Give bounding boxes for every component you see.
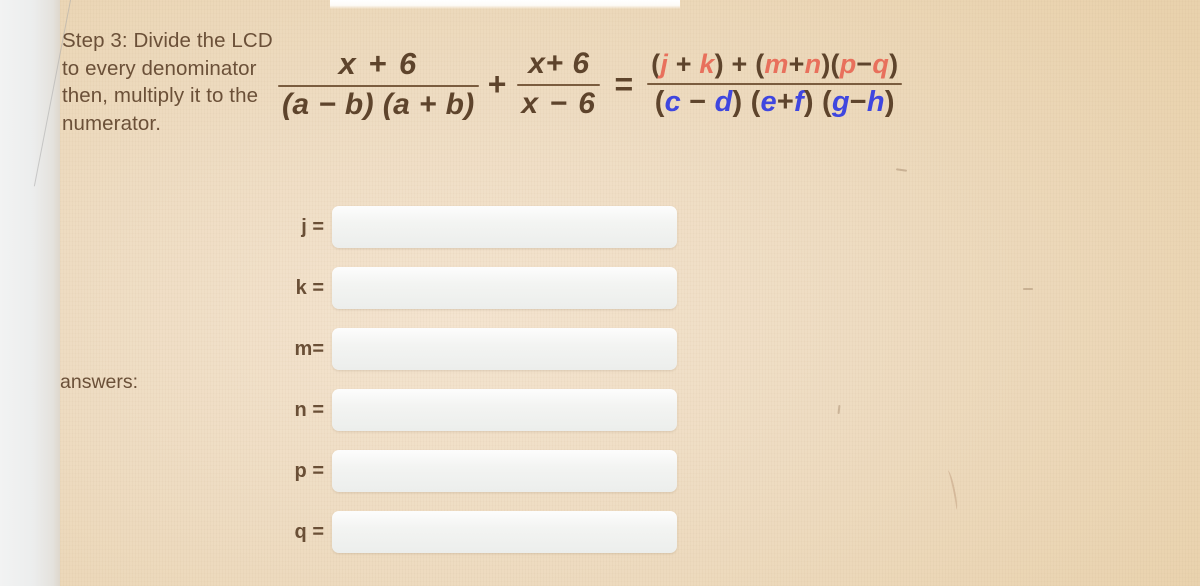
worksheet-page: Step 3: Divide the LCD to every denomina… — [0, 0, 1200, 586]
instruction-text: Step 3: Divide the LCD to every denomina… — [62, 29, 273, 135]
numerator-token-4: ) — [714, 48, 724, 79]
denominator-token-8: f — [794, 86, 804, 119]
fraction-three-bar — [647, 83, 903, 86]
answers-section-label: answers: — [60, 371, 139, 393]
numerator-token-11: ( — [830, 48, 840, 79]
denominator-token-3: d — [714, 86, 733, 119]
denominator-token-14: ) — [884, 86, 895, 119]
fraction-two-denominator: x − 6 — [521, 87, 597, 121]
denominator-token-9: ) — [803, 86, 814, 119]
fraction-two: x+ 6 x − 6 — [517, 46, 601, 121]
numerator-token-8: + — [788, 48, 805, 79]
numerator-token-9: n — [804, 48, 822, 79]
answer-input-j[interactable] — [332, 206, 677, 248]
numerator-token-14: q — [872, 48, 890, 79]
numerator-token-5: + — [723, 48, 756, 79]
denominator-token-11: g — [831, 86, 850, 119]
pencil-smudge-icon — [1023, 288, 1033, 290]
left-page-margin — [0, 0, 60, 586]
answer-input-p[interactable] — [332, 450, 677, 492]
denominator-token-1: c — [664, 86, 681, 119]
plus-operator: + — [487, 65, 507, 102]
pencil-smudge-icon — [895, 168, 908, 172]
numerator-token-15: ) — [889, 48, 899, 79]
fraction-three: (j + k) + (m+n)(p−q) (c − d) (e+f) (g−h) — [647, 48, 903, 119]
denominator-token-4: ) — [732, 86, 743, 119]
answer-label-0: j = — [301, 215, 324, 238]
answer-row-p: p = — [280, 450, 677, 492]
numerator-token-2: + — [668, 48, 700, 79]
answer-label-4: p = — [294, 459, 324, 482]
answer-row-j: j = — [280, 206, 677, 248]
answer-label-1: k = — [295, 276, 324, 299]
answer-row-q: q = — [280, 511, 677, 553]
equals-operator: = — [614, 65, 634, 102]
answer-row-n: n = — [280, 389, 677, 431]
numerator-token-10: ) — [821, 48, 831, 79]
fraction-three-numerator: (j + k) + (m+n)(p−q) — [647, 48, 902, 79]
numerator-token-13: − — [856, 48, 873, 79]
numerator-token-7: m — [764, 48, 789, 79]
denominator-token-6: e — [760, 86, 777, 119]
answer-input-q[interactable] — [332, 511, 677, 553]
denominator-token-5: ( — [742, 86, 761, 119]
equation-expression: x + 6 (a − b) (a + b) + x+ 6 x − 6 = (j … — [278, 46, 903, 121]
numerator-token-3: k — [699, 48, 715, 79]
fraction-two-numerator: x+ 6 — [528, 46, 590, 80]
answer-label-3: n = — [294, 398, 324, 421]
numerator-token-12: p — [839, 48, 857, 79]
fraction-one: x + 6 (a − b) (a + b) — [278, 48, 479, 120]
answer-label-5: q = — [294, 520, 324, 543]
denominator-token-7: + — [776, 86, 794, 119]
answer-input-k[interactable] — [332, 267, 677, 309]
denominator-token-2: − — [680, 86, 715, 119]
fraction-one-denominator: (a − b) (a + b) — [282, 87, 475, 121]
answer-row-m: m= — [280, 328, 677, 370]
fraction-one-numerator: x + 6 — [338, 46, 419, 81]
answer-input-n[interactable] — [332, 389, 677, 431]
fraction-three-denominator: (c − d) (e+f) (g−h) — [651, 86, 899, 119]
denominator-token-10: ( — [813, 86, 832, 119]
numerator-token-0: ( — [651, 48, 661, 79]
answer-input-m[interactable] — [332, 328, 677, 370]
fraction-two-bar — [517, 84, 601, 87]
top-glare-band — [330, 0, 680, 9]
pencil-smudge-icon — [945, 469, 960, 511]
denominator-token-13: h — [866, 86, 885, 119]
pencil-smudge-icon — [837, 404, 841, 415]
answer-row-k: k = — [280, 267, 677, 309]
denominator-token-0: ( — [654, 86, 665, 119]
denominator-token-12: − — [849, 86, 867, 119]
answer-label-2: m= — [294, 337, 324, 360]
numerator-token-1: j — [660, 48, 669, 79]
fraction-one-bar — [278, 84, 479, 87]
